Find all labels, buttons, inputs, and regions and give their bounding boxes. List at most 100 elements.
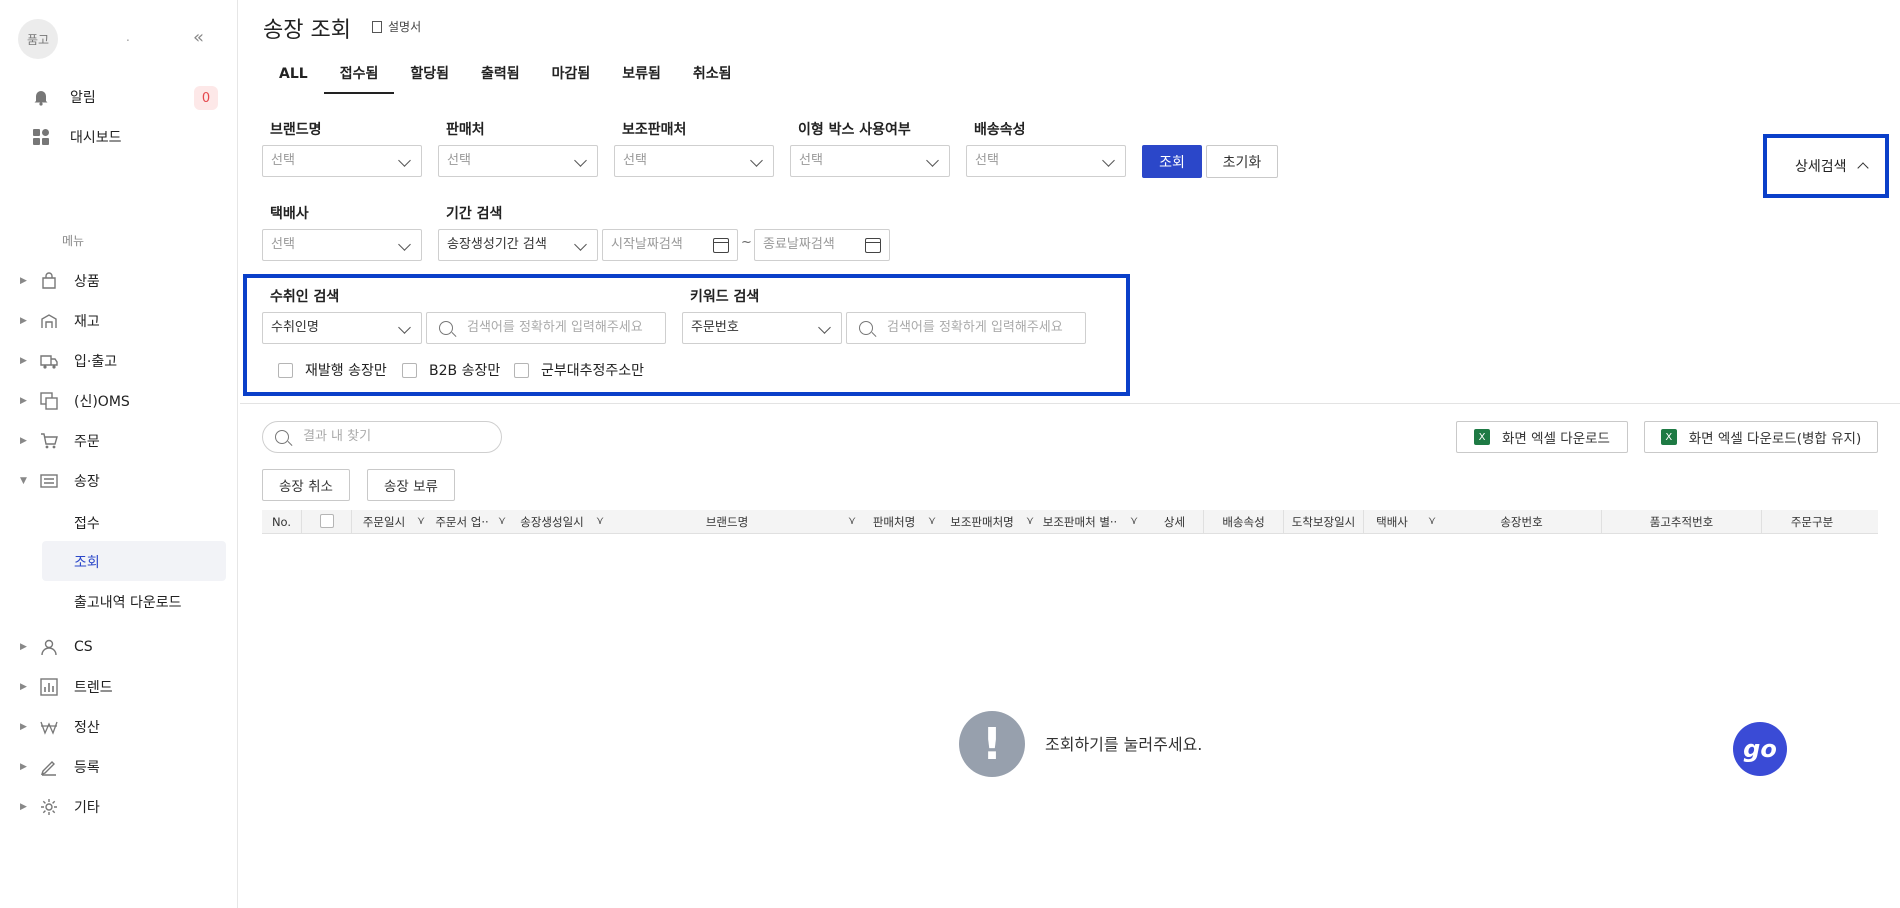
recipient-select-value: 수취인명: [271, 320, 319, 335]
end-date-input[interactable]: 종료날짜검색: [754, 229, 890, 261]
column-header-sub-seller-alias[interactable]: 보조판매처 별··: [1042, 510, 1118, 534]
expand-icon: ▶: [20, 642, 27, 652]
filter-icon[interactable]: ⋎: [1026, 514, 1034, 527]
seller-select-value: 선택: [447, 153, 471, 168]
column-header-detail[interactable]: 상세: [1146, 510, 1204, 534]
column-header-no[interactable]: No.: [262, 510, 302, 534]
column-header-order-date[interactable]: 주문일시: [354, 510, 414, 534]
tab-printed[interactable]: 출력됨: [465, 62, 536, 94]
nav-item-invoice[interactable]: ▼ 송장: [20, 468, 100, 494]
collapse-sidebar-icon[interactable]: «: [193, 28, 204, 48]
column-header-invoice-no[interactable]: 송장번호: [1442, 510, 1602, 534]
nav-item-etc[interactable]: ▶ 기타: [20, 794, 100, 820]
oms-icon: [40, 392, 58, 410]
nav-item-cs[interactable]: ▶ CS: [20, 634, 93, 660]
filter-icon[interactable]: ⋎: [596, 514, 604, 527]
chat-widget-button[interactable]: go: [1733, 722, 1787, 776]
recipient-search-input[interactable]: 검색어를 정확하게 입력해주세요: [426, 312, 666, 344]
nav-item-register[interactable]: ▶ 등록: [20, 754, 100, 780]
expand-icon: ▶: [20, 356, 27, 366]
brand-select[interactable]: 선택: [262, 145, 422, 177]
keyword-search-input[interactable]: 검색어를 정확하게 입력해주세요: [846, 312, 1086, 344]
filter-icon[interactable]: ⋎: [1428, 514, 1436, 527]
column-header-order-upload[interactable]: 주문서 업··: [432, 510, 492, 534]
find-in-results-input[interactable]: 결과 내 찾기: [262, 421, 502, 453]
nav-label: 주문: [74, 434, 100, 450]
checkbox[interactable]: [514, 362, 529, 378]
column-header-seller[interactable]: 판매처명: [864, 510, 924, 534]
sub-item-download[interactable]: 출고내역 다운로드: [74, 592, 182, 612]
cancel-invoice-button[interactable]: 송장 취소: [262, 469, 350, 501]
tab-assigned[interactable]: 할당됨: [394, 62, 465, 94]
search-icon: [275, 430, 289, 444]
checkbox-label: B2B 송장만: [429, 363, 501, 379]
start-date-input[interactable]: 시작날짜검색: [602, 229, 738, 261]
tab-canceled[interactable]: 취소됨: [677, 62, 748, 94]
nav-label: (신)OMS: [74, 394, 130, 410]
filter-icon[interactable]: ⋎: [1130, 514, 1138, 527]
filter-icon[interactable]: ⋎: [498, 514, 506, 527]
keyword-select[interactable]: 주문번호: [682, 312, 842, 344]
nav-label: 송장: [74, 474, 100, 490]
checkbox[interactable]: [402, 362, 417, 378]
hold-invoice-button[interactable]: 송장 보류: [367, 469, 455, 501]
column-header-sub-seller[interactable]: 보조판매처명: [944, 510, 1020, 534]
expand-icon: ▶: [20, 682, 27, 692]
manual-link[interactable]: 설명서: [372, 18, 421, 35]
tab-all[interactable]: ALL: [263, 62, 324, 94]
military-checkbox[interactable]: 군부대추정주소만: [514, 360, 644, 380]
filter-icon[interactable]: ⋎: [848, 514, 856, 527]
ship-attr-select[interactable]: 선택: [966, 145, 1126, 177]
recipient-select[interactable]: 수취인명: [262, 312, 422, 344]
nav-item-order[interactable]: ▶ 주문: [20, 428, 100, 454]
nav-item-oms[interactable]: ▶ (신)OMS: [20, 388, 130, 414]
excel-download-button[interactable]: X 화면 엑셀 다운로드: [1456, 421, 1628, 453]
column-header-ship-attr[interactable]: 배송속성: [1204, 510, 1284, 534]
nav-item-stock[interactable]: ▶ 재고: [20, 308, 100, 334]
sidebar: 품고 . « 알림 0 대시보드 메뉴 ▶ 상품 ▶ 재고 ▶ 입·출고 ▶ (신)OM…: [0, 0, 238, 908]
filter-icon[interactable]: ⋎: [928, 514, 936, 527]
filter-icon[interactable]: ⋎: [417, 514, 425, 527]
recipient-search-placeholder: 검색어를 정확하게 입력해주세요: [467, 320, 643, 335]
excel-icon: X: [1660, 429, 1677, 445]
nav-item-trend[interactable]: ▶ 트렌드: [20, 674, 113, 700]
reset-button[interactable]: 초기화: [1206, 145, 1278, 178]
nav-item-settle[interactable]: ▶ 정산: [20, 714, 100, 740]
select-all-cell[interactable]: [302, 510, 352, 534]
sub-item-search[interactable]: 조회: [74, 552, 100, 572]
seller-select[interactable]: 선택: [438, 145, 598, 177]
excel-merge-download-button[interactable]: X 화면 엑셀 다운로드(병합 유지): [1644, 421, 1878, 453]
tab-held[interactable]: 보류됨: [606, 62, 677, 94]
avatar[interactable]: 품고: [18, 19, 58, 59]
column-header-order-type[interactable]: 주문구분: [1762, 510, 1862, 534]
column-header-courier[interactable]: 택배사: [1364, 510, 1420, 534]
courier-select[interactable]: 선택: [262, 229, 422, 261]
sub-seller-select[interactable]: 선택: [614, 145, 774, 177]
seller-label: 판매처: [446, 122, 485, 138]
detail-search-button[interactable]: 상세검색: [1795, 156, 1869, 176]
odd-box-select[interactable]: 선택: [790, 145, 950, 177]
column-header-invoice-created[interactable]: 송장생성일시: [514, 510, 590, 534]
b2b-checkbox[interactable]: B2B 송장만: [402, 360, 500, 380]
checkbox-label: 군부대추정주소만: [541, 363, 645, 379]
nav-item-inout[interactable]: ▶ 입·출고: [20, 348, 117, 374]
notice-item[interactable]: 알림: [32, 84, 96, 110]
column-header-brand[interactable]: 브랜드명: [612, 510, 842, 534]
column-header-tracking-no[interactable]: 품고추적번호: [1602, 510, 1762, 534]
tab-received[interactable]: 접수됨: [323, 62, 395, 94]
checkbox[interactable]: [278, 362, 293, 378]
tab-closed[interactable]: 마감됨: [536, 62, 607, 94]
dashboard-item[interactable]: 대시보드: [32, 124, 122, 150]
period-select[interactable]: 송장생성기간 검색: [438, 229, 598, 261]
reissue-checkbox[interactable]: 재발행 송장만: [278, 360, 387, 380]
search-button[interactable]: 조회: [1142, 145, 1202, 178]
expand-icon: ▶: [20, 762, 27, 772]
recipient-label: 수취인 검색: [270, 289, 340, 305]
select-all-checkbox[interactable]: [319, 514, 334, 528]
sub-item-receive[interactable]: 접수: [74, 513, 100, 533]
column-header-arrival-guarantee[interactable]: 도착보장일시: [1284, 510, 1364, 534]
search-icon: [859, 321, 873, 335]
exclamation-icon: !: [959, 711, 1025, 777]
courier-label: 택배사: [270, 206, 309, 222]
nav-item-product[interactable]: ▶ 상품: [20, 268, 100, 294]
